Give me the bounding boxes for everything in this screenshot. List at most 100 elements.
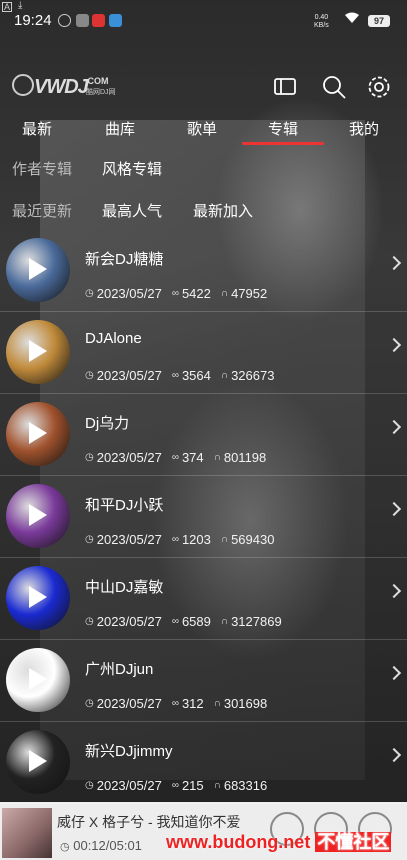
album-meta: ◷ 2023/05/27 ∞ 3564 ∩ 326673 (85, 367, 274, 383)
clock-icon: ◷ (85, 288, 94, 300)
filter-style-albums[interactable]: 风格专辑 (102, 158, 162, 179)
chevron-right-icon[interactable] (386, 665, 402, 681)
main-tabs: 最新 曲库 歌单 专辑 我的 (0, 112, 407, 146)
a-notification-icon: A (2, 2, 12, 12)
album-meta: ◷ 2023/05/27 ∞ 374 ∩ 801198 (85, 449, 266, 465)
headphones-icon: ∩ (220, 534, 229, 546)
play-icon[interactable] (29, 258, 47, 280)
album-track-count: 215 (181, 778, 204, 794)
album-cover[interactable] (6, 320, 70, 384)
gear-icon[interactable] (366, 74, 392, 100)
clock-icon: ◷ (85, 616, 94, 628)
filter-recently-updated[interactable]: 最近更新 (12, 200, 72, 221)
playlist-icon[interactable] (272, 74, 298, 100)
album-play-count: 569430 (231, 532, 275, 548)
clock-icon: ◷ (85, 452, 94, 464)
play-icon[interactable] (29, 422, 47, 444)
album-row[interactable]: 中山DJ嘉敏 ◷ 2023/05/27 ∞ 6589 ∩ 3127869 (0, 558, 407, 640)
chevron-right-icon[interactable] (386, 255, 402, 271)
watermark: www.budong.net 不懂社区 (166, 832, 392, 852)
album-meta: ◷ 2023/05/27 ∞ 6589 ∩ 3127869 (85, 613, 282, 629)
album-play-count: 326673 (231, 368, 275, 384)
album-play-count: 301698 (223, 696, 268, 712)
album-cover[interactable] (6, 648, 70, 712)
album-meta: ◷ 2023/05/27 ∞ 5422 ∩ 47952 (85, 285, 267, 301)
album-play-count: 3127869 (231, 614, 282, 630)
play-icon[interactable] (29, 750, 47, 772)
network-speed: 0.40 KB/s (314, 14, 329, 29)
clock-icon: ◷ (85, 780, 94, 792)
infinity-icon: ∞ (171, 698, 179, 710)
album-cover[interactable] (6, 402, 70, 466)
filter-author-albums[interactable]: 作者专辑 (12, 158, 72, 179)
album-meta: ◷ 2023/05/27 ∞ 1203 ∩ 569430 (85, 531, 274, 547)
headphones-icon: ∩ (213, 698, 221, 710)
album-date: 2023/05/27 (96, 532, 162, 548)
app-notification-icon (92, 14, 105, 27)
tab-library[interactable]: 曲库 (105, 118, 135, 139)
logo-mark-icon (12, 74, 34, 96)
play-icon[interactable] (29, 586, 47, 608)
album-row[interactable]: 新兴DJjimmy ◷ 2023/05/27 ∞ 215 ∩ 683316 (0, 722, 407, 804)
album-date: 2023/05/27 (96, 778, 162, 794)
chevron-right-icon[interactable] (386, 419, 402, 435)
play-icon[interactable] (29, 340, 47, 362)
filter-most-popular[interactable]: 最高人气 (102, 200, 162, 221)
clock-icon: ◷ (85, 370, 94, 382)
album-track-count: 1203 (181, 532, 211, 548)
chevron-right-icon[interactable] (386, 583, 402, 599)
infinity-icon: ∞ (171, 616, 179, 628)
active-tab-indicator (242, 142, 324, 145)
status-bar: A ⤓ 19:24 0.40 KB/s 97 (0, 0, 407, 36)
album-name: 中山DJ嘉敏 (85, 579, 164, 596)
album-row[interactable]: Dj乌力 ◷ 2023/05/27 ∞ 374 ∩ 801198 (0, 394, 407, 476)
tab-latest[interactable]: 最新 (22, 118, 52, 139)
album-play-count: 47952 (231, 286, 268, 302)
album-date: 2023/05/27 (96, 450, 162, 466)
tab-playlists[interactable]: 歌单 (187, 118, 217, 139)
album-name: 广州DJjun (85, 661, 154, 678)
headphones-icon: ∩ (220, 288, 229, 300)
logo-subtitle: 酷网DJ网 (86, 89, 116, 96)
album-cover[interactable] (6, 730, 70, 794)
album-track-count: 312 (181, 696, 204, 712)
album-name: 新会DJ糖糖 (85, 251, 164, 268)
chevron-right-icon[interactable] (386, 337, 402, 353)
album-cover[interactable] (6, 484, 70, 548)
album-date: 2023/05/27 (96, 696, 162, 712)
tab-mine[interactable]: 我的 (349, 118, 379, 139)
app-notification-icon (58, 14, 71, 27)
album-meta: ◷ 2023/05/27 ∞ 312 ∩ 301698 (85, 695, 267, 711)
play-icon[interactable] (29, 504, 47, 526)
album-row[interactable]: 广州DJjun ◷ 2023/05/27 ∞ 312 ∩ 301698 (0, 640, 407, 722)
album-date: 2023/05/27 (96, 286, 162, 302)
album-cover[interactable] (6, 238, 70, 302)
filter-newest-added[interactable]: 最新加入 (193, 200, 253, 221)
headphones-icon: ∩ (220, 616, 229, 628)
battery-indicator: 97 (368, 15, 390, 27)
wifi-icon (345, 12, 359, 27)
headphones-icon: ∩ (213, 780, 221, 792)
album-row[interactable]: DJAlone ◷ 2023/05/27 ∞ 3564 ∩ 326673 (0, 312, 407, 394)
now-playing-time: ◷ 00:12/05:01 (60, 838, 142, 853)
album-date: 2023/05/27 (96, 614, 162, 630)
chevron-right-icon[interactable] (386, 501, 402, 517)
headphones-icon: ∩ (213, 452, 221, 464)
chevron-right-icon[interactable] (386, 747, 402, 763)
album-row[interactable]: 和平DJ小跃 ◷ 2023/05/27 ∞ 1203 ∩ 569430 (0, 476, 407, 558)
clock-icon: ◷ (60, 841, 70, 853)
search-icon[interactable] (321, 74, 347, 100)
now-playing-cover[interactable] (2, 808, 52, 858)
tab-albums[interactable]: 专辑 (268, 118, 298, 139)
play-icon[interactable] (29, 668, 47, 690)
album-cover[interactable] (6, 566, 70, 630)
app-header: VWDJ .COM 酷网DJ网 (0, 60, 407, 110)
app-notification-icon (76, 14, 89, 27)
album-meta: ◷ 2023/05/27 ∞ 215 ∩ 683316 (85, 777, 267, 793)
album-track-count: 3564 (181, 368, 211, 384)
infinity-icon: ∞ (171, 288, 179, 300)
app-logo[interactable]: VWDJ .COM 酷网DJ网 (12, 72, 122, 100)
album-track-count: 5422 (181, 286, 211, 302)
status-time: 19:24 (14, 12, 52, 29)
album-row[interactable]: 新会DJ糖糖 ◷ 2023/05/27 ∞ 5422 ∩ 47952 (0, 230, 407, 312)
